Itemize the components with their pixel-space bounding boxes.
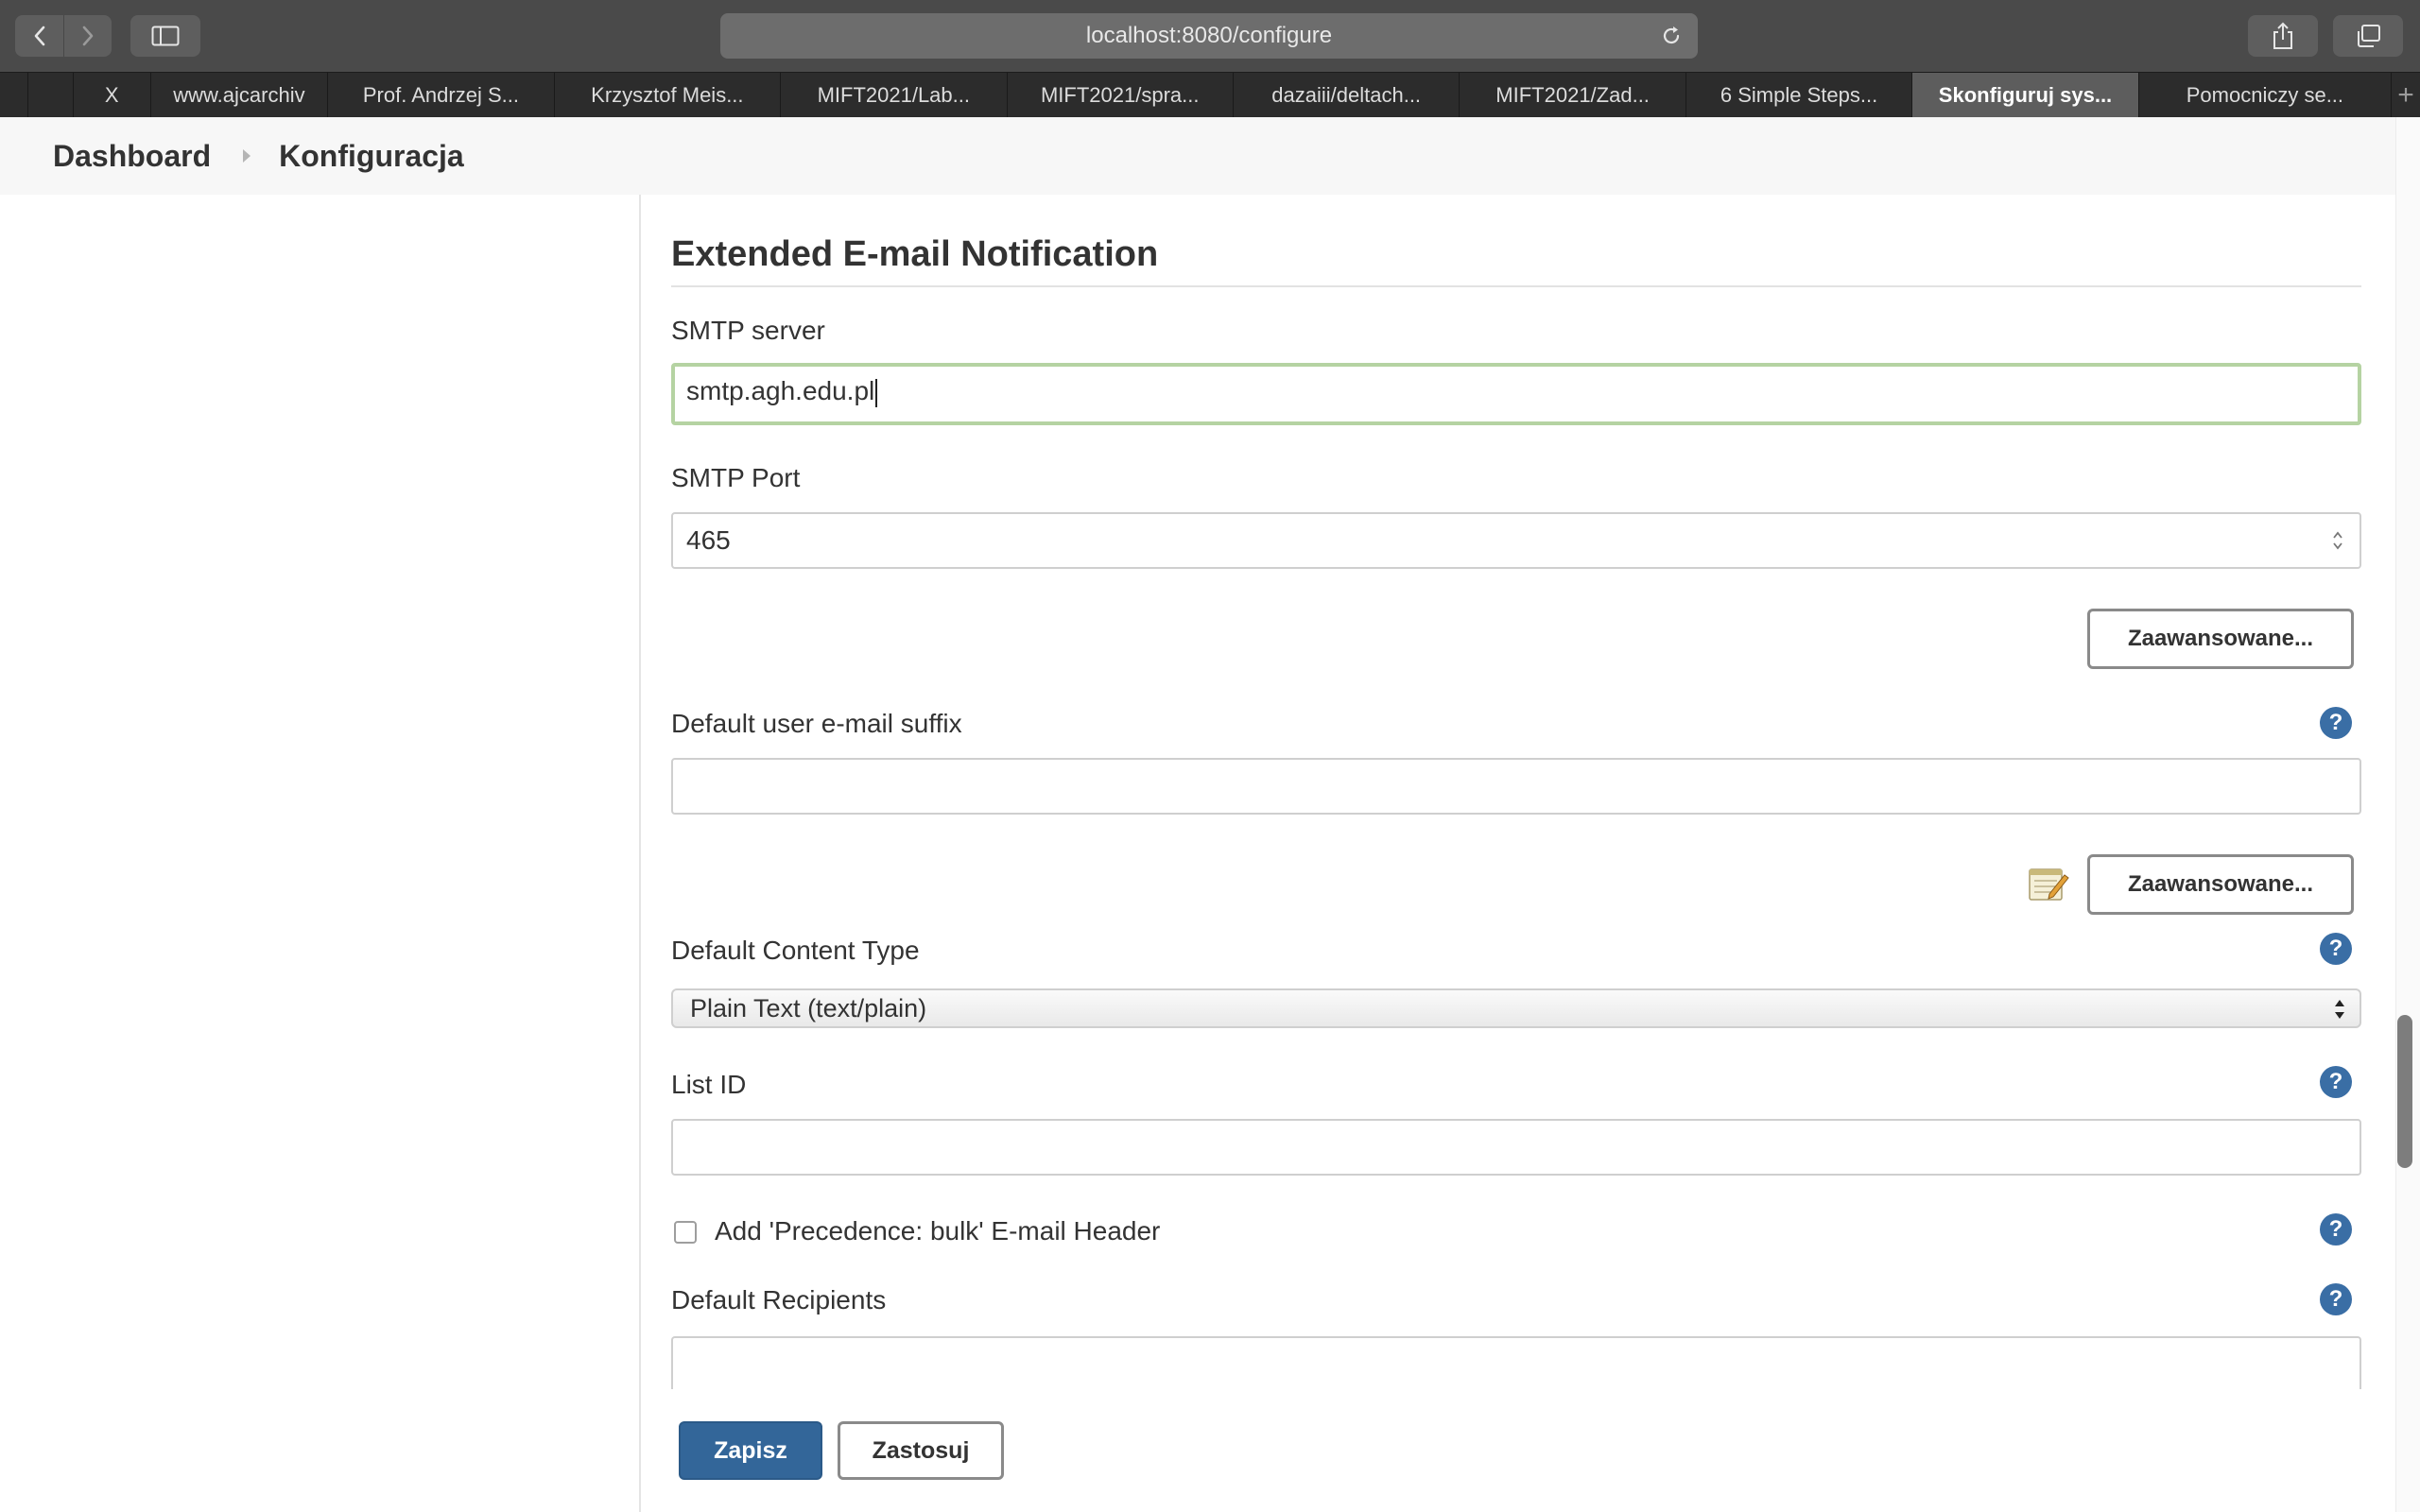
smtp-port-label: SMTP Port [671, 463, 801, 492]
browser-tab[interactable]: MIFT2021/spra... [1008, 73, 1234, 118]
number-spinner-icon[interactable] [2331, 529, 2344, 552]
forward-button[interactable] [63, 15, 112, 57]
save-button[interactable]: Zapisz [679, 1421, 822, 1480]
browser-tab[interactable]: MIFT2021/Lab... [781, 73, 1008, 118]
breadcrumb-separator-icon [243, 149, 251, 163]
forward-arrow-icon [82, 26, 94, 46]
browser-tab[interactable]: Pomocniczy se... [2139, 73, 2393, 118]
scrollbar-track[interactable] [2395, 117, 2420, 1512]
select-arrows-icon [2335, 1000, 2344, 1019]
sidebar-icon [151, 26, 180, 46]
breadcrumb-configuration[interactable]: Konfiguracja [279, 139, 464, 174]
help-icon[interactable]: ? [2320, 1213, 2352, 1246]
browser-tab[interactable] [28, 73, 74, 118]
advanced-button-suffix[interactable]: Zaawansowane... [2087, 854, 2354, 915]
help-icon[interactable]: ? [2320, 707, 2352, 739]
tabs-overview-icon [2358, 25, 2380, 47]
smtp-server-label: SMTP server [671, 316, 825, 345]
sidebar-toggle-button[interactable] [130, 15, 200, 57]
section-divider [671, 285, 2361, 287]
side-panel [0, 195, 641, 1512]
smtp-port-input[interactable]: 465 [671, 512, 2361, 569]
content-type-label: Default Content Type [671, 936, 920, 965]
breadcrumb: Dashboard Konfiguracja [0, 117, 2395, 195]
share-button[interactable] [2248, 15, 2318, 57]
browser-tab[interactable]: Krzysztof Meis... [555, 73, 782, 118]
tabs-overview-button[interactable] [2333, 15, 2403, 57]
back-button[interactable] [15, 15, 63, 57]
content-type-select[interactable]: Plain Text (text/plain) [671, 988, 2361, 1028]
navigation-buttons [15, 15, 112, 57]
smtp-server-input[interactable]: smtp.agh.edu.pl [671, 363, 2361, 425]
help-icon[interactable]: ? [2320, 1066, 2352, 1098]
tab-active[interactable]: Skonfiguruj sys... [1912, 73, 2139, 118]
browser-tab[interactable]: dazaiii/deltach... [1234, 73, 1461, 118]
default-suffix-label: Default user e-mail suffix [671, 709, 962, 738]
default-suffix-input[interactable] [671, 758, 2361, 815]
browser-tab[interactable]: 6 Simple Steps... [1686, 73, 1913, 118]
reload-button[interactable] [1658, 23, 1685, 49]
apply-button[interactable]: Zastosuj [838, 1421, 1004, 1480]
default-recipients-input[interactable] [671, 1336, 2361, 1393]
browser-tab[interactable]: Prof. Andrzej S... [328, 73, 555, 118]
list-id-label: List ID [671, 1070, 747, 1099]
default-recipients-label: Default Recipients [671, 1285, 887, 1314]
share-icon [2273, 22, 2292, 49]
smtp-port-value: 465 [686, 525, 731, 555]
notepad-icon[interactable] [2027, 864, 2070, 903]
new-tab-button[interactable]: + [2392, 73, 2420, 118]
advanced-button-smtp[interactable]: Zaawansowane... [2087, 609, 2354, 669]
section-title: Extended E-mail Notification [671, 234, 1159, 274]
scrollbar-thumb[interactable] [2397, 1015, 2412, 1168]
precedence-bulk-checkbox[interactable] [674, 1221, 697, 1244]
browser-tab[interactable] [0, 73, 28, 118]
url-text: localhost:8080/configure [1085, 23, 1333, 48]
browser-tab[interactable]: MIFT2021/Zad... [1460, 73, 1686, 118]
address-bar[interactable]: localhost:8080/configure [720, 13, 1698, 59]
browser-toolbar: localhost:8080/configure [0, 0, 2420, 72]
reload-icon [1663, 26, 1680, 44]
help-icon[interactable]: ? [2320, 933, 2352, 965]
text-cursor [875, 378, 878, 407]
smtp-server-value: smtp.agh.edu.pl [686, 376, 875, 405]
list-id-input[interactable] [671, 1119, 2361, 1176]
browser-tab[interactable]: www.ajcarchiv [151, 73, 329, 118]
browser-tab[interactable]: X [74, 73, 151, 118]
help-icon[interactable]: ? [2320, 1283, 2352, 1315]
back-arrow-icon [34, 26, 44, 46]
breadcrumb-dashboard[interactable]: Dashboard [53, 139, 211, 174]
content-type-selected: Plain Text (text/plain) [690, 994, 927, 1022]
precedence-bulk-label[interactable]: Add 'Precedence: bulk' E-mail Header [715, 1216, 1160, 1246]
tab-bar: Xwww.ajcarchiv Prof. Andrzej S... Krzyszto… [0, 72, 2420, 118]
